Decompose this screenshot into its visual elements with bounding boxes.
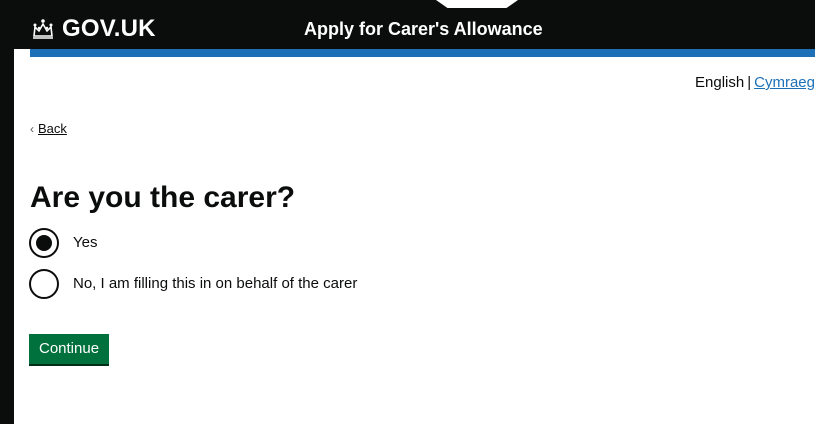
crown-icon bbox=[33, 19, 53, 39]
page-title: Are you the carer? bbox=[30, 181, 296, 214]
radio-label-yes: Yes bbox=[73, 234, 98, 251]
radio-option-yes[interactable]: Yes bbox=[29, 228, 97, 258]
window-frame-top bbox=[0, 0, 815, 8]
language-separator: | bbox=[747, 74, 752, 91]
window-frame-notch bbox=[436, 0, 518, 8]
govuk-logo-link[interactable]: GOV.UK bbox=[30, 16, 156, 42]
radio-option-no[interactable]: No, I am filling this in on behalf of th… bbox=[29, 269, 357, 299]
language-link-cymraeg[interactable]: Cymraeg bbox=[754, 74, 815, 91]
radio-label-no: No, I am filling this in on behalf of th… bbox=[73, 275, 358, 292]
language-current: English bbox=[695, 74, 745, 91]
logo-text: GOV.UK bbox=[62, 15, 156, 42]
site-header: GOV.UK Apply for Carer's Allowance bbox=[14, 8, 815, 49]
service-name-link[interactable]: Apply for Carer's Allowance bbox=[304, 18, 543, 40]
language-switcher: English | Cymraeg bbox=[695, 73, 815, 93]
header-blue-rule bbox=[30, 49, 815, 57]
radio-button-yes[interactable] bbox=[29, 228, 59, 258]
back-link-label: Back bbox=[38, 121, 67, 136]
chevron-left-icon: ‹ bbox=[30, 122, 34, 136]
continue-button[interactable]: Continue bbox=[29, 334, 110, 364]
window-frame-left bbox=[0, 0, 14, 424]
radio-button-no[interactable] bbox=[29, 269, 59, 299]
back-link[interactable]: ‹ Back bbox=[30, 120, 67, 138]
radio-selected-dot bbox=[36, 235, 52, 251]
